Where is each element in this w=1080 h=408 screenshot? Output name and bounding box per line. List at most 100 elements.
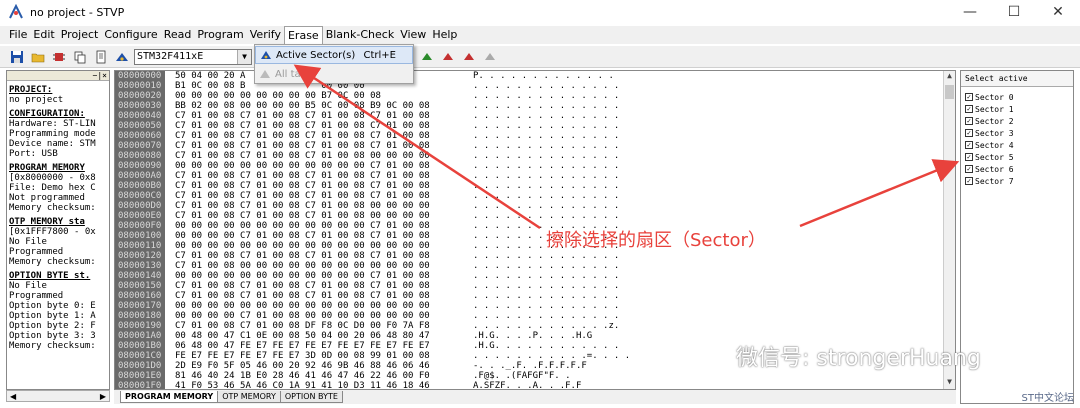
hex-bytes[interactable]: C7 01 00 08 C7 01 00 08 C7 01 00 08 C7 0… — [175, 171, 465, 181]
hex-bytes[interactable]: C7 01 00 08 C7 01 00 08 C7 01 00 08 C7 0… — [175, 141, 465, 151]
open-folder-icon[interactable] — [29, 48, 47, 66]
menu-configure[interactable]: Configure — [101, 26, 160, 44]
menu-verify[interactable]: Verify — [247, 26, 284, 44]
hex-row[interactable]: 08000180 00 00 00 00 C7 01 00 08 00 00 00… — [115, 311, 955, 321]
hex-bytes[interactable]: C7 01 00 08 C7 01 00 08 C7 01 00 08 C7 0… — [175, 281, 465, 291]
menu-program[interactable]: Program — [194, 26, 246, 44]
maximize-button[interactable]: ☐ — [992, 0, 1036, 24]
menu-view[interactable]: View — [397, 26, 429, 44]
hex-row[interactable]: 080000F0 00 00 00 00 00 00 00 00 00 00 00… — [115, 221, 955, 231]
tab-program-memory[interactable]: PROGRAM MEMORY — [120, 391, 219, 403]
copy-icon[interactable] — [71, 48, 89, 66]
hex-bytes[interactable]: FE E7 FE E7 FE E7 FE E7 3D 0D 00 08 99 0… — [175, 351, 465, 361]
hex-row[interactable]: 08000150 C7 01 00 08 C7 01 00 08 C7 01 00… — [115, 281, 955, 291]
chip-program-icon[interactable] — [50, 48, 68, 66]
info-panel-scrollbar[interactable]: ◀ ▶ — [6, 390, 110, 402]
hex-bytes[interactable]: C7 01 00 08 C7 01 00 08 C7 01 00 08 C7 0… — [175, 251, 465, 261]
hex-bytes[interactable]: 2D E9 F0 5F 05 46 00 20 92 46 9B 46 88 4… — [175, 361, 465, 371]
hex-bytes[interactable]: C7 01 00 08 C7 01 00 08 C7 01 00 08 C7 0… — [175, 131, 465, 141]
hex-row[interactable]: 08000040 C7 01 00 08 C7 01 00 08 C7 01 00… — [115, 111, 955, 121]
sector-checkbox[interactable]: ✓ — [965, 141, 973, 149]
document-icon[interactable] — [92, 48, 110, 66]
read-arrow-icon[interactable] — [418, 48, 436, 66]
save-icon[interactable] — [8, 48, 26, 66]
sector-item[interactable]: ✓ Sector 1 — [965, 103, 1073, 115]
hex-bytes[interactable]: 00 00 00 00 00 00 00 00 00 B7 0C 00 08 — [175, 91, 465, 101]
hex-row[interactable]: 08000020 00 00 00 00 00 00 00 00 00 B7 0C… — [115, 91, 955, 101]
hex-row[interactable]: 08000030 BB 02 00 08 00 00 00 00 B5 0C 00… — [115, 101, 955, 111]
hex-row[interactable]: 08000160 C7 01 00 08 C7 01 00 08 C7 01 00… — [115, 291, 955, 301]
close-button[interactable]: ✕ — [1036, 0, 1080, 24]
sector-checkbox[interactable]: ✓ — [965, 177, 973, 185]
hex-row[interactable]: 08000170 00 00 00 00 00 00 00 00 00 00 00… — [115, 301, 955, 311]
hex-row[interactable]: 08000090 00 00 00 00 00 00 00 00 00 00 00… — [115, 161, 955, 171]
hex-bytes[interactable]: 00 00 00 00 00 00 00 00 00 00 00 00 00 0… — [175, 241, 465, 251]
scroll-left-icon[interactable]: ◀ — [10, 392, 16, 401]
sector-checkbox[interactable]: ✓ — [965, 117, 973, 125]
minimize-button[interactable]: — — [948, 0, 992, 24]
verify-arrow-icon[interactable] — [460, 48, 478, 66]
hex-row[interactable]: 080000E0 C7 01 00 08 C7 01 00 08 C7 01 00… — [115, 211, 955, 221]
sector-item[interactable]: ✓ Sector 7 — [965, 175, 1073, 187]
menu-file[interactable]: File — [6, 26, 30, 44]
sector-checkbox[interactable]: ✓ — [965, 105, 973, 113]
hex-row[interactable]: 08000070 C7 01 00 08 C7 01 00 08 C7 01 00… — [115, 141, 955, 151]
sector-item[interactable]: ✓ Sector 0 — [965, 91, 1073, 103]
hex-bytes[interactable]: C7 01 00 08 00 00 00 00 00 00 00 00 00 0… — [175, 261, 465, 271]
scroll-up-icon[interactable]: ▲ — [944, 71, 955, 83]
scroll-thumb[interactable] — [945, 85, 954, 99]
hex-row[interactable]: 08000110 00 00 00 00 00 00 00 00 00 00 00… — [115, 241, 955, 251]
hex-bytes[interactable]: C7 01 00 08 C7 01 00 08 C7 01 00 08 C7 0… — [175, 121, 465, 131]
hex-bytes[interactable]: 41 F0 53 46 5A 46 C0 1A 91 41 10 D3 11 4… — [175, 381, 465, 389]
hex-row[interactable]: 080001E0 81 46 40 24 1B E0 28 46 41 46 47… — [115, 371, 955, 381]
program-arrow-icon[interactable] — [439, 48, 457, 66]
active-sectors-menu-item[interactable]: Active Sector(s) Ctrl+E — [255, 46, 413, 64]
menu-help[interactable]: Help — [429, 26, 460, 44]
chevron-down-icon[interactable]: ▼ — [237, 49, 251, 64]
hex-row[interactable]: 080000D0 C7 01 00 08 C7 01 00 08 C7 01 00… — [115, 201, 955, 211]
sector-checkbox[interactable]: ✓ — [965, 153, 973, 161]
sector-checkbox[interactable]: ✓ — [965, 165, 973, 173]
hex-bytes[interactable]: C7 01 00 08 C7 01 00 08 C7 01 00 08 C7 0… — [175, 191, 465, 201]
hex-bytes[interactable]: C7 01 00 08 C7 01 00 08 C7 01 00 08 C7 0… — [175, 181, 465, 191]
hex-bytes[interactable]: 00 00 00 00 00 00 00 00 00 00 00 00 C7 0… — [175, 161, 465, 171]
hex-row[interactable]: 080000C0 C7 01 00 08 C7 01 00 08 C7 01 00… — [115, 191, 955, 201]
sector-item[interactable]: ✓ Sector 4 — [965, 139, 1073, 151]
hex-bytes[interactable]: BB 02 00 08 00 00 00 00 B5 0C 00 08 B9 0… — [175, 101, 465, 111]
hex-row[interactable]: 080001F0 41 F0 53 46 5A 46 C0 1A 91 41 10… — [115, 381, 955, 389]
sector-item[interactable]: ✓ Sector 3 — [965, 127, 1073, 139]
sector-item[interactable]: ✓ Sector 6 — [965, 163, 1073, 175]
hex-row[interactable]: 08000010 B1 0C 00 08 B 00 00 00. . . . . … — [115, 81, 955, 91]
hex-row[interactable]: 080000A0 C7 01 00 08 C7 01 00 08 C7 01 00… — [115, 171, 955, 181]
hex-row[interactable]: 0800000050 04 00 20 A B 00 08P. . . . . … — [115, 71, 955, 81]
hex-bytes[interactable]: 00 00 00 00 C7 01 00 08 00 00 00 00 00 0… — [175, 311, 465, 321]
hex-row[interactable]: 08000190 C7 01 00 08 C7 01 00 08 DF F8 0C… — [115, 321, 955, 331]
hex-row[interactable]: 08000120 C7 01 00 08 C7 01 00 08 C7 01 00… — [115, 251, 955, 261]
sector-checkbox[interactable]: ✓ — [965, 93, 973, 101]
hex-bytes[interactable]: C7 01 00 08 C7 01 00 08 C7 01 00 08 00 0… — [175, 211, 465, 221]
hex-bytes[interactable]: 00 00 00 00 00 00 00 00 00 00 00 00 00 0… — [175, 301, 465, 311]
sector-checkbox[interactable]: ✓ — [965, 129, 973, 137]
hex-bytes[interactable]: C7 01 00 08 C7 01 00 08 C7 01 00 08 C7 0… — [175, 291, 465, 301]
hex-bytes[interactable]: C7 01 00 08 C7 01 00 08 C7 01 00 08 00 0… — [175, 151, 465, 161]
menu-blank-check[interactable]: Blank-Check — [323, 26, 398, 44]
hex-bytes[interactable]: C7 01 00 08 C7 01 00 08 C7 01 00 08 C7 0… — [175, 111, 465, 121]
scroll-down-icon[interactable]: ▼ — [944, 377, 955, 389]
hex-bytes[interactable]: C7 01 00 08 C7 01 00 08 DF F8 0C D0 00 F… — [175, 321, 465, 331]
hex-row[interactable]: 08000140 00 00 00 00 00 00 00 00 00 00 00… — [115, 271, 955, 281]
hex-bytes[interactable]: 00 48 00 47 C1 0E 00 08 50 04 00 20 06 4… — [175, 331, 465, 341]
hex-bytes[interactable]: 00 00 00 00 C7 01 00 08 C7 01 00 08 C7 0… — [175, 231, 465, 241]
tab-option-byte[interactable]: OPTION BYTE — [279, 391, 343, 403]
hex-row[interactable]: 08000100 00 00 00 00 C7 01 00 08 C7 01 00… — [115, 231, 955, 241]
hex-row[interactable]: 080000B0 C7 01 00 08 C7 01 00 08 C7 01 00… — [115, 181, 955, 191]
menu-project[interactable]: Project — [58, 26, 102, 44]
hex-row[interactable]: 08000130 C7 01 00 08 00 00 00 00 00 00 00… — [115, 261, 955, 271]
scroll-right-icon[interactable]: ▶ — [100, 392, 106, 401]
menu-erase[interactable]: Erase — [283, 25, 323, 45]
hex-bytes[interactable]: 81 46 40 24 1B E0 28 46 41 46 47 46 22 4… — [175, 371, 465, 381]
hex-row[interactable]: 08000080 C7 01 00 08 C7 01 00 08 C7 01 00… — [115, 151, 955, 161]
sector-item[interactable]: ✓ Sector 2 — [965, 115, 1073, 127]
hex-bytes[interactable]: 00 00 00 00 00 00 00 00 00 00 00 00 C7 0… — [175, 271, 465, 281]
hex-bytes[interactable]: C7 01 00 08 C7 01 00 08 C7 01 00 08 00 0… — [175, 201, 465, 211]
sector-item[interactable]: ✓ Sector 5 — [965, 151, 1073, 163]
